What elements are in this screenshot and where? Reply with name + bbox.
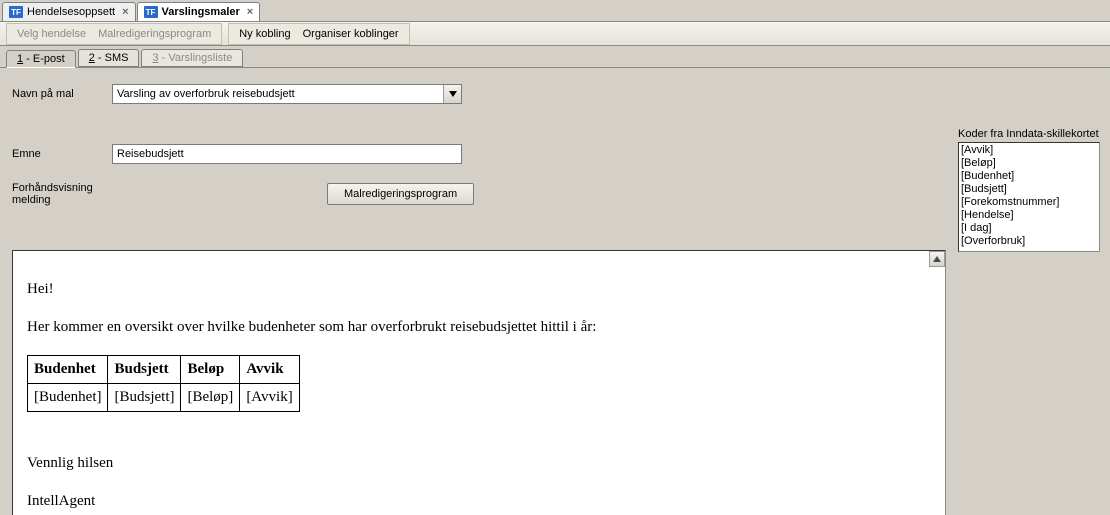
window-tab-hendelsesoppsett[interactable]: TF Hendelsesoppsett ×: [2, 2, 136, 21]
tf-icon: TF: [144, 6, 158, 18]
close-icon[interactable]: ×: [122, 6, 128, 18]
preview-signature: IntellAgent: [27, 490, 931, 513]
content-tabstrip: 1 - E-post 2 - SMS 3 - Varslingsliste: [0, 46, 1110, 68]
window-tab-label: Hendelsesoppsett: [27, 6, 115, 18]
menubar: Velg hendelse Malredigeringsprogram Ny k…: [0, 22, 1110, 46]
th: Budenhet: [28, 355, 108, 383]
menu-ny-kobling[interactable]: Ny kobling: [233, 28, 296, 40]
table-row: [Budenhet] [Budsjett] [Beløp] [Avvik]: [28, 383, 300, 411]
preview-closing: Vennlig hilsen: [27, 452, 931, 475]
th: Budsjett: [108, 355, 181, 383]
preview-intro: Her kommer en oversikt over hvilke buden…: [27, 316, 931, 339]
form-area: Navn på mal Emne Forhåndsvisning melding…: [0, 68, 958, 515]
template-name-input[interactable]: [113, 85, 443, 103]
window-tab-label: Varslingsmaler: [162, 6, 240, 18]
preview-table: Budenhet Budsjett Beløp Avvik [Budenhet]…: [27, 355, 300, 413]
menu-group-disabled: Velg hendelse Malredigeringsprogram: [6, 23, 222, 45]
menu-organiser-koblinger[interactable]: Organiser koblinger: [297, 28, 405, 40]
tab-sms[interactable]: 2 - SMS: [78, 49, 140, 67]
subject-input[interactable]: [112, 144, 462, 164]
preview-greeting: Hei!: [27, 278, 931, 301]
tab-label: - Varslingsliste: [159, 52, 233, 64]
list-item[interactable]: [Budsjett]: [961, 183, 1097, 196]
edit-program-button[interactable]: Malredigeringsprogram: [327, 183, 474, 205]
codes-list[interactable]: [Avvik] [Beløp] [Budenhet] [Budsjett] [F…: [958, 142, 1100, 252]
list-item[interactable]: [Budenhet]: [961, 170, 1097, 183]
template-name-combo[interactable]: [112, 84, 462, 104]
list-item[interactable]: [Avvik]: [961, 144, 1097, 157]
chevron-down-icon[interactable]: [443, 85, 461, 103]
menu-group-main: Ny kobling Organiser koblinger: [228, 23, 409, 45]
scroll-up-icon[interactable]: [929, 251, 945, 267]
list-item[interactable]: [Beløp]: [961, 157, 1097, 170]
label-preview: Forhåndsvisning melding: [12, 182, 112, 206]
tab-label: - E-post: [23, 53, 65, 65]
tab-label: - SMS: [95, 52, 129, 64]
td: [Beløp]: [181, 383, 240, 411]
list-item[interactable]: [Hendelse]: [961, 209, 1097, 222]
td: [Avvik]: [240, 383, 299, 411]
list-item[interactable]: [Overforbruk]: [961, 235, 1097, 248]
tf-icon: TF: [9, 6, 23, 18]
label-subject: Emne: [12, 148, 112, 160]
preview-content: Hei! Her kommer en oversikt over hvilke …: [13, 251, 945, 515]
codes-pane: Koder fra Inndata-skillekortet [Avvik] […: [958, 68, 1110, 515]
td: [Budenhet]: [28, 383, 108, 411]
menu-velg-hendelse[interactable]: Velg hendelse: [11, 28, 92, 40]
menu-malredigeringsprogram[interactable]: Malredigeringsprogram: [92, 28, 217, 40]
codes-title: Koder fra Inndata-skillekortet: [958, 128, 1104, 140]
window-tab-varslingsmaler[interactable]: TF Varslingsmaler ×: [137, 2, 261, 21]
tab-varslingsliste: 3 - Varslingsliste: [141, 49, 243, 67]
table-header-row: Budenhet Budsjett Beløp Avvik: [28, 355, 300, 383]
tab-epost[interactable]: 1 - E-post: [6, 50, 76, 68]
list-item[interactable]: [I dag]: [961, 222, 1097, 235]
preview-box: Hei! Her kommer en oversikt over hvilke …: [12, 250, 946, 515]
th: Avvik: [240, 355, 299, 383]
td: [Budsjett]: [108, 383, 181, 411]
label-template-name: Navn på mal: [12, 88, 112, 100]
th: Beløp: [181, 355, 240, 383]
close-icon[interactable]: ×: [247, 6, 253, 18]
window-tabstrip: TF Hendelsesoppsett × TF Varslingsmaler …: [0, 0, 1110, 22]
list-item[interactable]: [Forekomstnummer]: [961, 196, 1097, 209]
